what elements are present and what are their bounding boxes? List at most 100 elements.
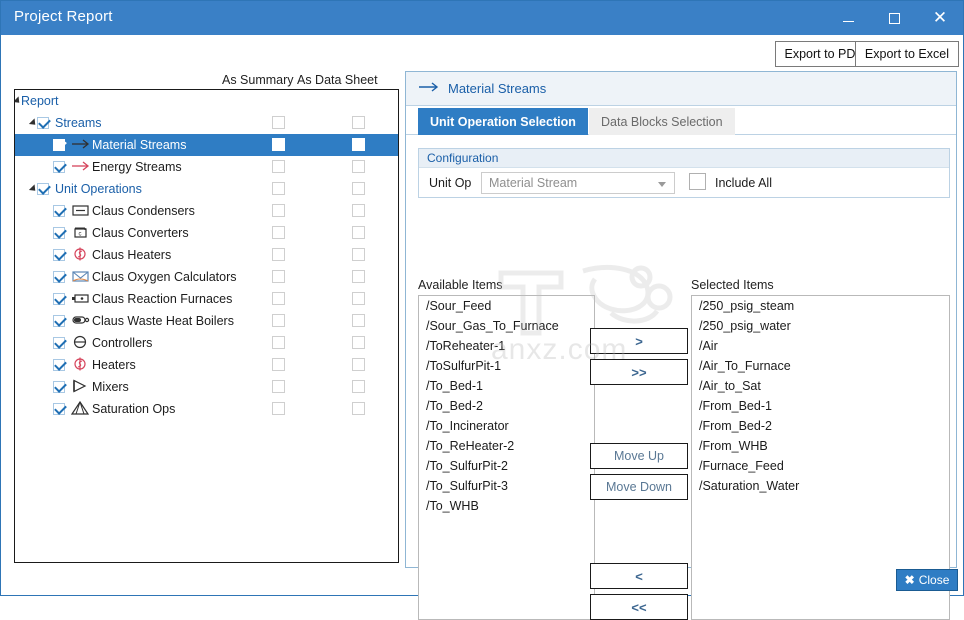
selected-list-item[interactable]: /250_psig_steam: [692, 296, 949, 316]
available-list-item[interactable]: /To_Bed-1: [419, 376, 594, 396]
as-summary-checkbox[interactable]: [271, 137, 286, 152]
tree-row[interactable]: c Claus Converters: [15, 222, 398, 244]
tree-row-checkbox[interactable]: [53, 403, 65, 415]
selected-list-item[interactable]: /Air_to_Sat: [692, 376, 949, 396]
selected-list-item[interactable]: /Air: [692, 336, 949, 356]
as-data-sheet-checkbox[interactable]: [352, 160, 365, 173]
as-summary-checkbox[interactable]: [272, 380, 285, 393]
tree-row-checkbox[interactable]: [53, 315, 65, 327]
as-summary-checkbox[interactable]: [272, 204, 285, 217]
as-data-sheet-checkbox[interactable]: [352, 204, 365, 217]
selected-list-item[interactable]: /From_Bed-2: [692, 416, 949, 436]
as-data-sheet-checkbox[interactable]: [352, 380, 365, 393]
available-list-item[interactable]: /To_Bed-2: [419, 396, 594, 416]
as-data-sheet-checkbox[interactable]: [351, 137, 366, 152]
available-items-label: Available Items: [418, 278, 503, 292]
available-list-item[interactable]: /ToReheater-1: [419, 336, 594, 356]
tree-row-checkbox[interactable]: [53, 271, 65, 283]
tree-row[interactable]: Material Streams: [15, 134, 398, 156]
title-bar: Project Report ✕: [1, 1, 963, 35]
tree-row[interactable]: Claus Waste Heat Boilers: [15, 310, 398, 332]
tree-row-checkbox[interactable]: [53, 337, 65, 349]
available-items-list[interactable]: /Sour_Feed/Sour_Gas_To_Furnace/ToReheate…: [418, 295, 595, 620]
tree-row[interactable]: Unit Operations: [15, 178, 398, 200]
tree-row-checkbox[interactable]: [53, 381, 65, 393]
tree-row[interactable]: Saturation Ops: [15, 398, 398, 420]
tree-row-checkbox[interactable]: [53, 139, 65, 151]
as-data-sheet-checkbox[interactable]: [352, 182, 365, 195]
as-summary-checkbox[interactable]: [272, 182, 285, 195]
as-summary-checkbox[interactable]: [272, 336, 285, 349]
move-right-button[interactable]: >: [590, 328, 688, 354]
tree-row[interactable]: Energy Streams: [15, 156, 398, 178]
tree-row-checkbox[interactable]: [37, 183, 49, 195]
export-to-excel-button[interactable]: Export to Excel: [854, 41, 959, 67]
include-all-checkbox[interactable]: [689, 173, 706, 190]
as-data-sheet-checkbox[interactable]: [352, 314, 365, 327]
report-tree-panel[interactable]: Report Streams Material Streams Energy Stre…: [14, 89, 399, 563]
tree-row[interactable]: Report: [15, 90, 398, 112]
tree-row-checkbox[interactable]: [53, 293, 65, 305]
tree-row-checkbox[interactable]: [53, 205, 65, 217]
tree-row[interactable]: Streams: [15, 112, 398, 134]
tree-row[interactable]: Mixers: [15, 376, 398, 398]
as-summary-checkbox[interactable]: [272, 402, 285, 415]
as-data-sheet-checkbox[interactable]: [352, 358, 365, 371]
move-left-all-button[interactable]: <<: [590, 594, 688, 620]
as-summary-checkbox[interactable]: [272, 270, 285, 283]
tree-row-checkbox[interactable]: [53, 227, 65, 239]
available-list-item[interactable]: /To_Incinerator: [419, 416, 594, 436]
tree-row[interactable]: Claus Heaters: [15, 244, 398, 266]
as-data-sheet-checkbox[interactable]: [352, 292, 365, 305]
include-all-label: Include All: [715, 176, 772, 190]
tree-row-checkbox[interactable]: [53, 249, 65, 261]
available-list-item[interactable]: /Sour_Feed: [419, 296, 594, 316]
as-data-sheet-checkbox[interactable]: [352, 402, 365, 415]
as-summary-checkbox[interactable]: [272, 358, 285, 371]
available-list-item[interactable]: /ToSulfurPit-1: [419, 356, 594, 376]
maximize-button[interactable]: [871, 1, 917, 35]
selected-list-item[interactable]: /Furnace_Feed: [692, 456, 949, 476]
selected-list-item[interactable]: /From_WHB: [692, 436, 949, 456]
tab-unit-operation-selection[interactable]: Unit Operation Selection: [418, 108, 588, 135]
as-summary-checkbox[interactable]: [272, 314, 285, 327]
available-list-item[interactable]: /To_SulfurPit-3: [419, 476, 594, 496]
tree-row-checkbox[interactable]: [53, 359, 65, 371]
tab-data-blocks-selection[interactable]: Data Blocks Selection: [589, 108, 735, 135]
detail-panel: Material Streams Unit Operation Selectio…: [405, 71, 957, 620]
tree-row[interactable]: Heaters: [15, 354, 398, 376]
selected-list-item[interactable]: /Air_To_Furnace: [692, 356, 949, 376]
selected-list-item[interactable]: /250_psig_water: [692, 316, 949, 336]
as-summary-checkbox[interactable]: [272, 116, 285, 129]
tree-row[interactable]: Controllers: [15, 332, 398, 354]
as-data-sheet-checkbox[interactable]: [352, 336, 365, 349]
tree-row[interactable]: Claus Reaction Furnaces: [15, 288, 398, 310]
as-data-sheet-checkbox[interactable]: [352, 270, 365, 283]
unit-op-dropdown[interactable]: Material Stream: [481, 172, 675, 194]
move-right-all-button[interactable]: >>: [590, 359, 688, 385]
as-summary-checkbox[interactable]: [272, 226, 285, 239]
selected-list-item[interactable]: /From_Bed-1: [692, 396, 949, 416]
close-window-button[interactable]: ✕: [917, 1, 963, 35]
as-summary-checkbox[interactable]: [272, 248, 285, 261]
configuration-group: Configuration Unit Op Material Stream In…: [418, 148, 950, 198]
as-data-sheet-checkbox[interactable]: [352, 116, 365, 129]
as-summary-checkbox[interactable]: [272, 160, 285, 173]
available-list-item[interactable]: /To_ReHeater-2: [419, 436, 594, 456]
available-list-item[interactable]: /Sour_Gas_To_Furnace: [419, 316, 594, 336]
selected-list-item[interactable]: /Saturation_Water: [692, 476, 949, 496]
as-summary-checkbox[interactable]: [272, 292, 285, 305]
tree-row-checkbox[interactable]: [53, 161, 65, 173]
available-list-item[interactable]: /To_WHB: [419, 496, 594, 516]
tree-row[interactable]: Claus Oxygen Calculators: [15, 266, 398, 288]
move-left-button[interactable]: <: [590, 563, 688, 589]
available-list-item[interactable]: /To_SulfurPit-2: [419, 456, 594, 476]
as-data-sheet-checkbox[interactable]: [352, 226, 365, 239]
move-down-button[interactable]: Move Down: [590, 474, 688, 500]
tree-row-checkbox[interactable]: [37, 117, 49, 129]
as-data-sheet-checkbox[interactable]: [352, 248, 365, 261]
minimize-button[interactable]: [825, 1, 871, 35]
close-button[interactable]: ✖ Close: [896, 569, 958, 591]
move-up-button[interactable]: Move Up: [590, 443, 688, 469]
tree-row[interactable]: Claus Condensers: [15, 200, 398, 222]
